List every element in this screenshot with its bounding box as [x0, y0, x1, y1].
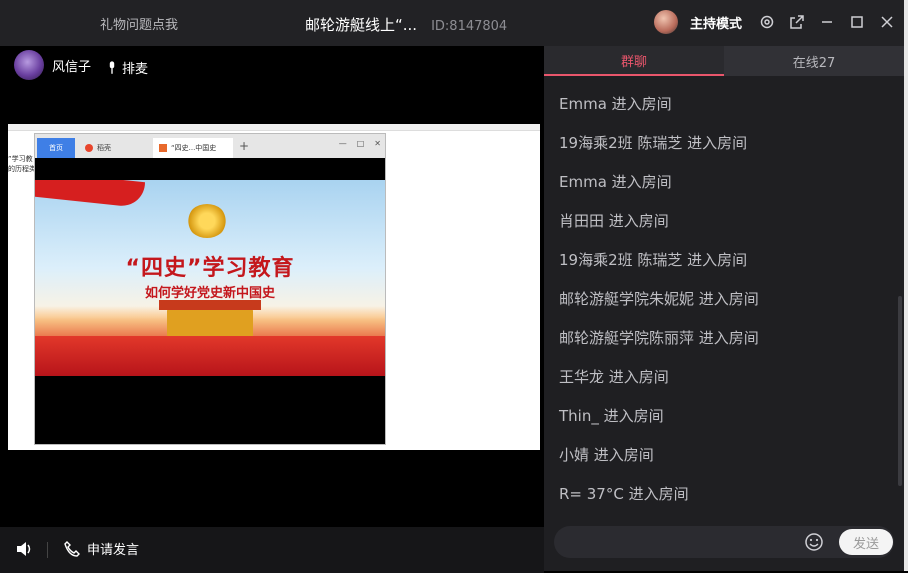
chat-tabs: 群聊 在线27: [544, 46, 904, 76]
shared-screen: ”学习教 的历程类 首页 稻壳 “四史...中国史 + — □ ✕ “四史”学习…: [8, 124, 540, 450]
chat-panel: 群聊 在线27 Emma 进入房间 19海乘2班 陈瑞芝 进入房间 Emma 进…: [544, 46, 904, 571]
browser-maximize-icon: □: [356, 139, 365, 148]
tab-online-users[interactable]: 在线27: [724, 46, 904, 76]
presenter-name: 风信子: [52, 59, 92, 75]
gift-help-link[interactable]: 礼物问题点我: [100, 14, 178, 33]
settings-icon[interactable]: [758, 13, 776, 31]
send-button[interactable]: 发送: [839, 529, 893, 555]
new-tab-icon: +: [239, 139, 250, 153]
chat-message: 王华龙 进入房间: [559, 368, 669, 386]
browser-close-icon: ✕: [374, 139, 381, 148]
tiananmen-decoration: [159, 300, 261, 336]
window-edge: [904, 0, 908, 571]
browser-tab-label: “四史...中国史: [171, 144, 217, 152]
docer-icon: [85, 144, 93, 152]
chat-message-list: Emma 进入房间 19海乘2班 陈瑞芝 进入房间 Emma 进入房间 肖田田 …: [559, 94, 889, 523]
browser-tab-active: “四史...中国史: [153, 138, 233, 158]
apply-speak-button[interactable]: 申请发言: [63, 539, 139, 558]
red-band-decoration: [35, 336, 385, 376]
phone-icon: [64, 540, 80, 557]
chat-message: 19海乘2班 陈瑞芝 进入房间: [559, 251, 748, 269]
browser-tab-home: 首页: [37, 138, 75, 158]
room-id: ID:8147804: [431, 19, 508, 34]
chat-message: Emma 进入房间: [559, 95, 672, 113]
side-text-line: 的历程类: [8, 165, 36, 173]
chat-input-field[interactable]: 发送: [554, 526, 894, 558]
browser-tab-bar: 首页 稻壳 “四史...中国史 + — □ ✕: [35, 134, 385, 158]
host-mode-button[interactable]: 主持模式: [690, 13, 742, 32]
chat-message: 肖田田 进入房间: [559, 212, 669, 230]
browser-tab-label: 稻壳: [97, 144, 111, 152]
volume-icon[interactable]: [14, 539, 34, 559]
host-avatar[interactable]: [653, 10, 678, 34]
browser-tab-docer: 稻壳: [79, 138, 149, 158]
browser-minimize-icon: —: [338, 139, 347, 148]
mic-queue-button[interactable]: 排麦: [108, 58, 148, 77]
slide-subtitle: 如何学好党史新中国史: [144, 286, 275, 301]
shared-browser-window: 首页 稻壳 “四史...中国史 + — □ ✕ “四史”学习教育 如何学好党史新…: [34, 133, 386, 445]
chat-message: 邮轮游艇学院朱妮妮 进入房间: [559, 290, 759, 308]
room-header: 邮轮游艇线上“... ID:8147804: [305, 14, 507, 35]
chat-scrollbar[interactable]: [898, 296, 902, 486]
presenter-avatar[interactable]: [14, 50, 44, 80]
ppt-icon: [159, 144, 167, 152]
chat-message: 小婧 进入房间: [559, 446, 654, 464]
stage-toolbar: 申请发言: [0, 527, 544, 573]
chat-message: Thin_ 进入房间: [559, 407, 664, 425]
apply-speak-label: 申请发言: [87, 543, 140, 558]
red-ribbon-decoration: [35, 180, 145, 209]
chat-message: R= 37°C 进入房间: [559, 485, 689, 503]
room-title: 邮轮游艇线上“...: [305, 16, 418, 34]
toolbar-divider: [47, 542, 48, 558]
close-icon[interactable]: [878, 13, 896, 31]
shared-side-text: ”学习教 的历程类: [8, 154, 36, 174]
chat-message: 邮轮游艇学院陈丽萍 进入房间: [559, 329, 759, 347]
title-bar: 礼物问题点我 邮轮游艇线上“... ID:8147804 主持模式: [0, 0, 908, 46]
emoji-icon[interactable]: [804, 532, 824, 552]
emblem-icon: [187, 204, 227, 238]
chat-message: Emma 进入房间: [559, 173, 672, 191]
video-stage: 风信子 排麦 ”学习教 的历程类 首页 稻壳 “四史...中国史 + — □ ✕…: [0, 46, 544, 573]
browser-window-controls: — □ ✕: [339, 139, 381, 148]
slide-title: “四史”学习教育: [125, 256, 295, 281]
mic-queue-label: 排麦: [122, 62, 149, 77]
presentation-slide: “四史”学习教育 如何学好党史新中国史: [35, 180, 385, 376]
presenter-info: 风信子: [14, 50, 91, 80]
maximize-icon[interactable]: [848, 13, 866, 31]
window-controls: 主持模式: [653, 10, 896, 34]
mic-icon: [109, 60, 115, 74]
tab-group-chat[interactable]: 群聊: [544, 46, 724, 76]
side-text-line: ”学习教: [8, 155, 33, 163]
screen-top-edge: [8, 124, 540, 131]
popout-icon[interactable]: [788, 13, 806, 31]
minimize-icon[interactable]: [818, 13, 836, 31]
chat-message: 19海乘2班 陈瑞芝 进入房间: [559, 134, 748, 152]
